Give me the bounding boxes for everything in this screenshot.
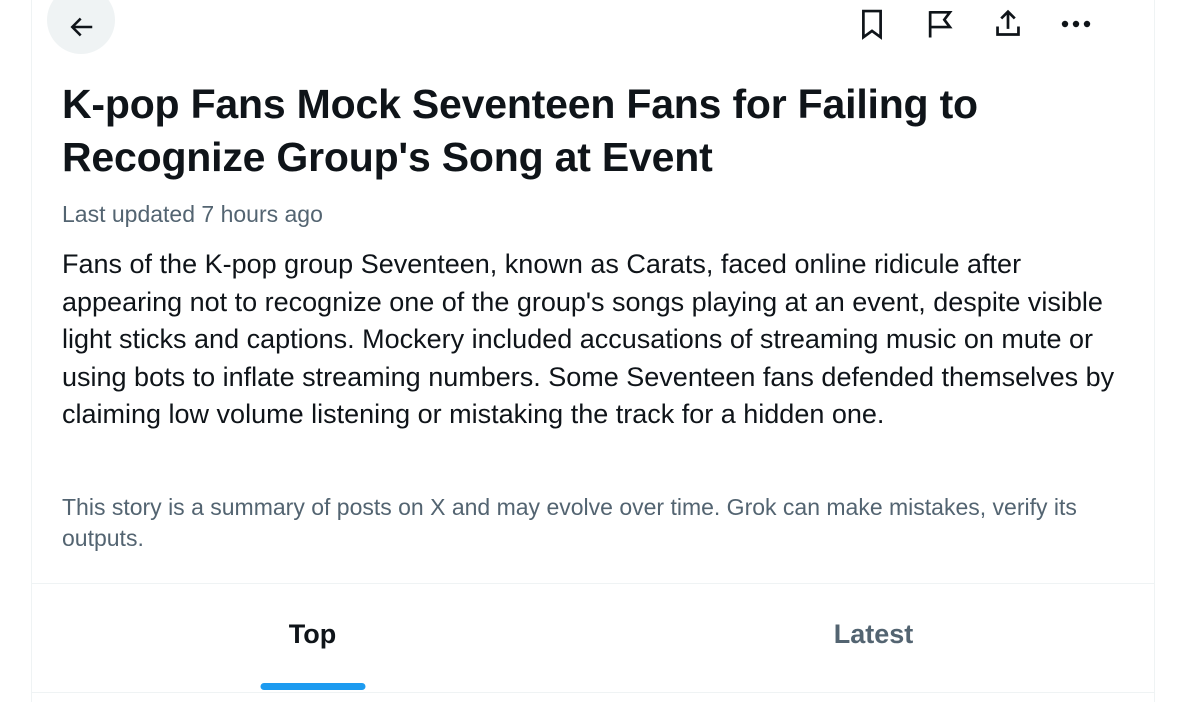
last-updated-text: Last updated 7 hours ago <box>62 201 323 227</box>
story-actions <box>850 4 1098 44</box>
tab-top-label: Top <box>288 618 337 649</box>
tabs-bottom-divider <box>32 692 1154 693</box>
arrow-left-icon <box>70 17 93 37</box>
report-button[interactable] <box>918 4 962 44</box>
bookmark-icon <box>862 9 882 40</box>
active-tab-indicator <box>260 683 365 690</box>
flag-icon <box>928 10 953 38</box>
more-button[interactable] <box>1054 4 1098 44</box>
tab-latest[interactable]: Latest <box>593 584 1154 692</box>
grok-disclaimer: This story is a summary of posts on X an… <box>62 494 1077 551</box>
bookmark-button[interactable] <box>850 4 894 44</box>
tab-latest-label: Latest <box>833 618 914 649</box>
tab-bar: Top Latest <box>32 584 1154 692</box>
share-icon <box>996 9 1020 36</box>
story-title: K-pop Fans Mock Seventeen Fans for Faili… <box>62 81 978 180</box>
tab-top[interactable]: Top <box>32 584 593 692</box>
more-icon <box>1061 20 1091 28</box>
share-button[interactable] <box>986 4 1030 44</box>
story-summary: Fans of the K-pop group Seventeen, known… <box>62 249 1115 430</box>
